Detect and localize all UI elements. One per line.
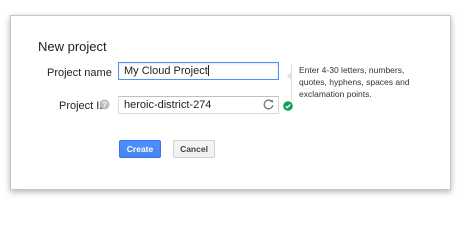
create-button[interactable]: Create [119,140,161,158]
new-project-dialog: New project Project name My Cloud Projec… [10,15,451,190]
project-id-input[interactable]: heroic-district-274 [118,96,279,114]
check-circle-icon [283,101,293,111]
project-name-label: Project name [47,67,112,79]
project-name-input[interactable]: My Cloud Project [118,62,279,80]
text-caret [207,65,209,76]
refresh-icon[interactable] [262,98,275,111]
project-id-value: heroic-district-274 [124,99,212,111]
cancel-button[interactable]: Cancel [173,140,215,158]
project-name-hint: Enter 4-30 letters, numbers, quotes, hyp… [291,64,417,100]
dialog-title: New project [38,39,107,54]
project-name-value: My Cloud Project [124,65,208,77]
help-icon[interactable]: ? [99,99,110,110]
svg-text:?: ? [102,100,107,109]
